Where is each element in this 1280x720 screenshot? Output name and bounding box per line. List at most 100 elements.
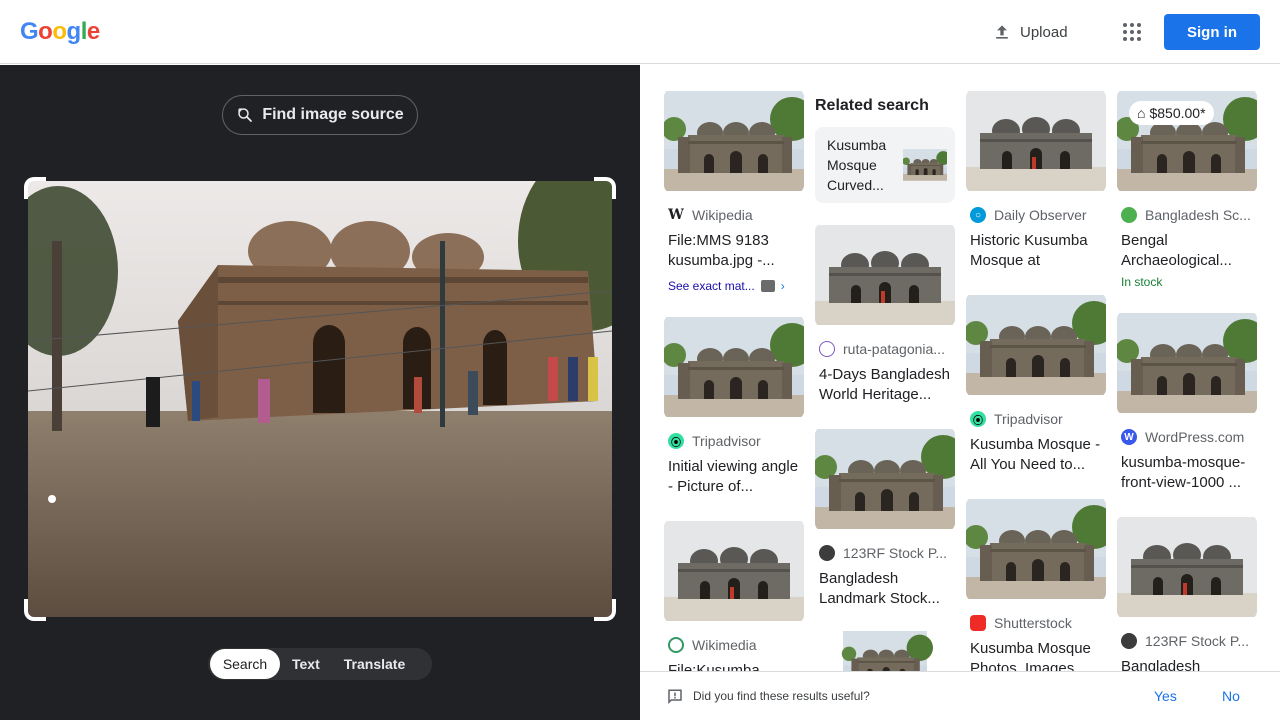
result-thumbnail[interactable] [966,293,1106,397]
sign-in-button[interactable]: Sign in [1164,14,1260,50]
results-panel: W Wikipedia File:MMS 9183 kusumba.jpg -.… [640,65,1280,671]
result-source: ○ Daily Observer [970,207,1106,223]
wordpress-icon: W [1121,429,1137,445]
related-search-thumbnail [903,139,947,191]
source-name: Wikipedia [692,207,753,223]
result-thumbnail[interactable] [664,315,804,419]
result-card[interactable]: 123RF Stock P... Bangladesh Landmark Sto… [815,427,955,609]
source-name: Wikimedia [692,637,757,653]
result-title[interactable]: Bengal Archaeological... [1121,231,1253,271]
uploaded-image[interactable] [28,181,612,617]
result-title[interactable]: Historic Kusumba Mosque at Manda... [970,231,1102,271]
tab-text[interactable]: Text [280,649,332,679]
result-source: Bangladesh Sc... [1121,207,1257,223]
logo-letter: o [38,18,53,45]
result-card[interactable]: ⦿ Tripadvisor Kusumba Mosque - All You N… [966,293,1106,475]
apps-grid-icon[interactable] [1120,20,1144,44]
see-exact-matches-link[interactable]: See exact mat... › [668,279,804,293]
result-title[interactable]: Kusumba Mosque Photos, Images... [970,639,1102,671]
related-search-label: Kusumba Mosque Curved... [827,137,887,193]
daily-observer-icon: ○ [970,207,986,223]
result-thumbnail[interactable] [1117,515,1257,619]
results-column-4: ⌂ $850.00* Bangladesh Sc... Bengal Archa… [1117,89,1257,671]
source-name: Tripadvisor [994,411,1063,427]
result-thumbnail[interactable] [664,519,804,623]
upload-label: Upload [1020,23,1068,41]
result-thumbnail[interactable] [815,427,955,531]
ruta-patagonia-icon [819,341,835,357]
result-thumbnail[interactable] [815,631,955,671]
result-card[interactable]: ruta-patagonia... 4-Days Bangladesh Worl… [815,223,955,405]
result-card[interactable]: W WordPress.com kusumba-mosque-front-vie… [1117,311,1257,493]
result-title[interactable]: 4-Days Bangladesh World Heritage... [819,365,951,405]
result-thumbnail[interactable] [966,497,1106,601]
crop-handle-top-left[interactable] [24,177,46,199]
shutterstock-icon [970,615,986,631]
related-search-card[interactable]: Kusumba Mosque Curved... [815,127,955,203]
result-source: Wikimedia [668,637,804,653]
feedback-icon [668,689,682,705]
feedback-yes-button[interactable]: Yes [1154,688,1177,704]
price-value: $850.00* [1149,105,1206,121]
results-column-3: ○ Daily Observer Historic Kusumba Mosque… [966,89,1106,671]
result-card[interactable]: ⌂ $850.00* Bangladesh Sc... Bengal Archa… [1117,89,1257,289]
result-thumbnail[interactable] [1117,311,1257,415]
source-name: WordPress.com [1145,429,1245,445]
result-card[interactable]: ⦿ Tripadvisor Initial viewing angle - Pi… [664,315,804,497]
see-exact-label: See exact mat... [668,279,755,293]
related-search-heading: Related search [815,97,929,114]
123rf-icon [1121,633,1137,649]
result-source: Shutterstock [970,615,1106,631]
result-title[interactable]: Bangladesh [1121,657,1253,671]
tab-search[interactable]: Search [210,649,280,679]
result-source: 123RF Stock P... [1121,633,1257,649]
upload-icon [996,25,1008,39]
result-thumbnail[interactable] [815,223,955,327]
logo-letter: o [52,18,67,45]
chevron-right-icon: › [780,279,785,293]
source-name: ruta-patagonia... [843,341,945,357]
logo-letter: g [66,18,82,45]
result-title[interactable]: File:MMS 9183 kusumba.jpg -... [668,231,800,271]
source-name: Shutterstock [994,615,1072,631]
feedback-no-button[interactable]: No [1222,688,1240,704]
top-header: Google Upload Sign in [0,0,1280,64]
result-thumbnail[interactable] [664,89,804,193]
feedback-question: Did you find these results useful? [693,689,870,703]
upload-button[interactable]: Upload [992,20,1068,44]
find-image-source-button[interactable]: Find image source [222,95,418,135]
price-tag-icon: ⌂ [1137,105,1146,121]
result-source: ⦿ Tripadvisor [970,411,1106,427]
result-source: W Wikipedia [668,207,804,223]
result-title[interactable]: Initial viewing angle - Picture of... [668,457,800,497]
crop-handle-bottom-left[interactable] [24,599,46,621]
source-name: Bangladesh Sc... [1145,207,1251,223]
result-card[interactable]: 123RF Stock P... Bangladesh [1117,515,1257,671]
result-thumbnail[interactable] [966,89,1106,193]
result-card[interactable]: ○ Daily Observer Historic Kusumba Mosque… [966,89,1106,271]
crop-handle-bottom-right[interactable] [594,599,616,621]
result-title[interactable]: Kusumba Mosque - All You Need to... [970,435,1102,475]
result-title[interactable]: kusumba-mosque-front-view-1000 ... [1121,453,1253,493]
result-title[interactable]: Bangladesh Landmark Stock... [819,569,951,609]
result-title[interactable]: File:Kusumba... [668,661,800,671]
stock-status: In stock [1121,275,1163,289]
123rf-icon [819,545,835,561]
tripadvisor-icon: ⦿ [668,433,684,449]
results-column-2: Related search Kusumba Mosque Curved... … [815,89,955,671]
find-image-source-label: Find image source [262,106,404,123]
image-stack-icon [760,280,775,292]
result-card[interactable]: W Wikipedia File:MMS 9183 kusumba.jpg -.… [664,89,804,293]
wikimedia-icon [668,637,684,653]
logo-letter: G [20,18,39,45]
search-mode-tabs: Search Text Translate [208,648,432,680]
source-name: Tripadvisor [692,433,761,449]
crop-handle-top-right[interactable] [594,177,616,199]
result-card[interactable]: Shutterstock Kusumba Mosque Photos, Imag… [966,497,1106,671]
tab-translate[interactable]: Translate [332,649,417,679]
google-logo[interactable]: Google [20,18,100,46]
result-card[interactable]: Wikimedia File:Kusumba... [664,519,804,671]
lens-search-icon [238,108,253,122]
result-source: 123RF Stock P... [819,545,955,561]
result-source: ruta-patagonia... [819,341,955,357]
